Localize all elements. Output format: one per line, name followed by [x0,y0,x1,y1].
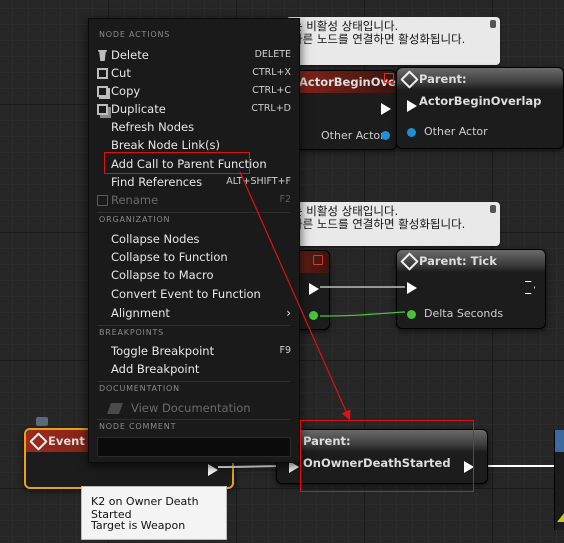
tooltip-line-2: Target is Weapon [91,519,186,532]
annotation-arrow [239,171,351,421]
node-tooltip: K2 on Owner Death Started Target is Weap… [81,486,227,540]
tooltip-line-1: K2 on Owner Death Started [91,495,199,521]
